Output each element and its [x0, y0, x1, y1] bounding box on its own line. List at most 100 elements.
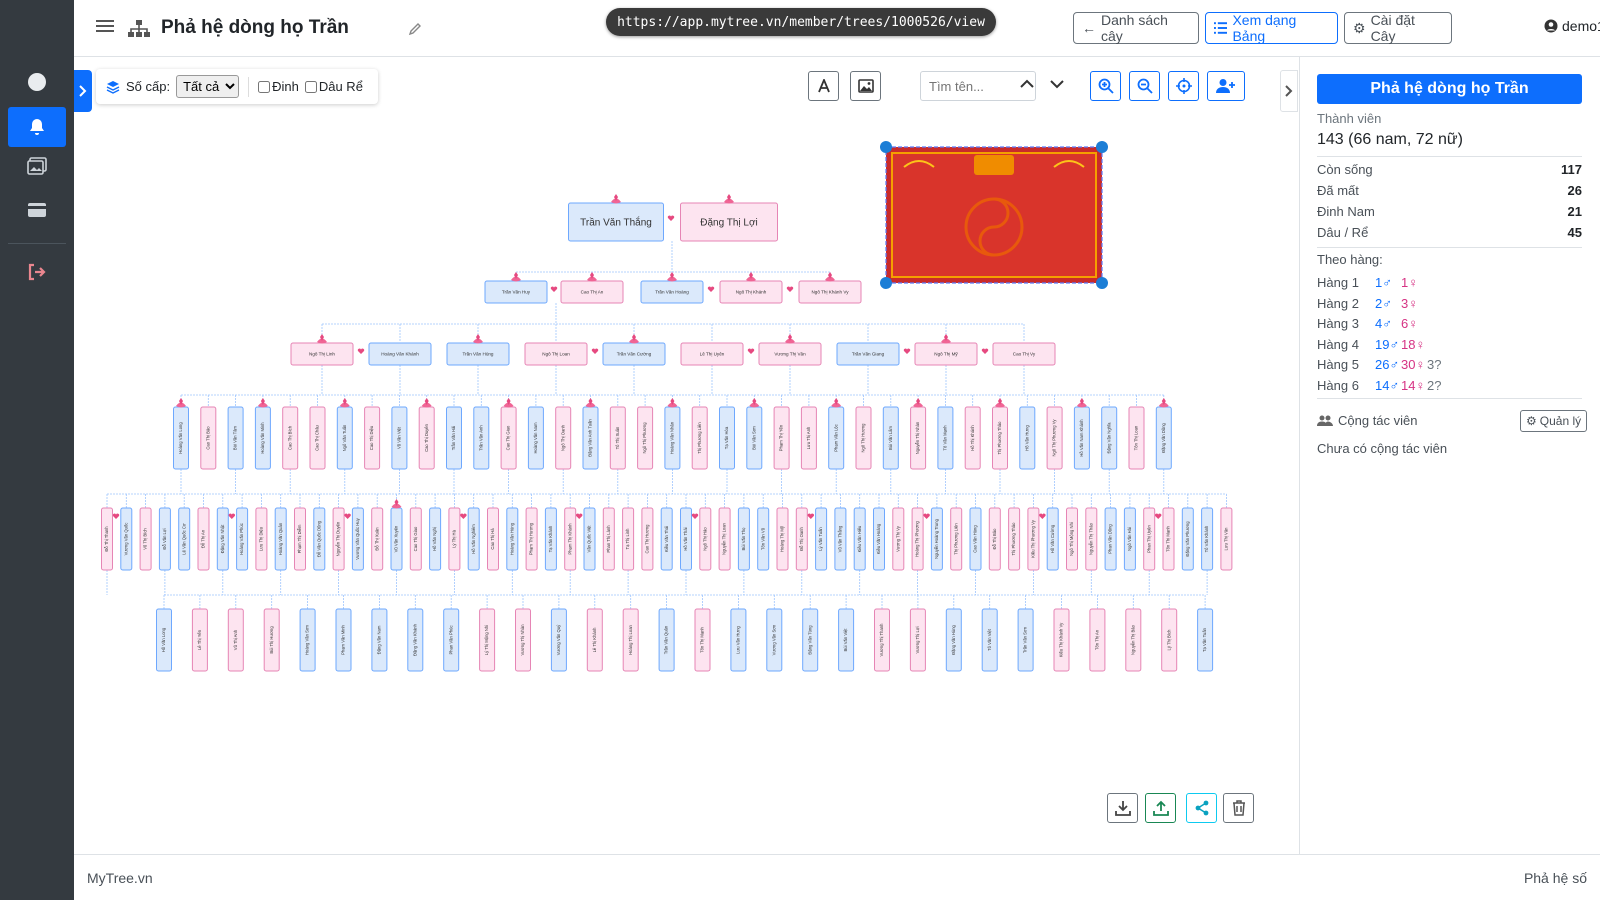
- member-node[interactable]: Vương Văn Quốc Huy: [351, 507, 364, 571]
- member-node[interactable]: Nguyễn Hoàng Trung: [930, 507, 943, 571]
- member-node[interactable]: Đặng Văn Phương: [1181, 507, 1194, 571]
- member-node[interactable]: Hoàng Văn Khánh: [368, 342, 432, 366]
- member-node[interactable]: Vũ Văn Thắng: [834, 507, 847, 571]
- member-node[interactable]: Ngô Thị Linh: [290, 334, 354, 366]
- member-node[interactable]: Hoàng Thị Mỹ: [776, 507, 789, 571]
- member-node[interactable]: Trần Văn Thắng: [568, 194, 664, 242]
- member-node[interactable]: Tạ Văn Khánh: [544, 507, 557, 571]
- member-node[interactable]: Tạ Văn Tuấn: [1197, 608, 1214, 672]
- member-node[interactable]: Hoàng Văn Phúc: [236, 507, 249, 571]
- member-node[interactable]: Tôn Văn Vũ: [757, 507, 770, 571]
- dinh-checkbox[interactable]: [258, 80, 271, 93]
- member-node[interactable]: Hoàng Văn Nam: [527, 406, 544, 470]
- member-node[interactable]: Vương Văn Sơn: [766, 608, 783, 672]
- member-node[interactable]: Cao Thị Hương: [641, 507, 654, 571]
- chevron-down-icon[interactable]: [1050, 79, 1064, 89]
- member-node[interactable]: Lưu Thị Anh: [800, 406, 817, 470]
- user-menu[interactable]: demo123@ex...: [1544, 18, 1600, 34]
- member-node[interactable]: Lê Văn Quốc Cơ: [178, 507, 191, 571]
- table-view-button[interactable]: Xem dạng Bảng: [1205, 12, 1338, 44]
- member-node[interactable]: Cao Thị Bảo: [200, 406, 217, 470]
- member-node[interactable]: Phạm Văn Lộc: [828, 398, 845, 470]
- background-image-button[interactable]: [850, 71, 881, 101]
- member-node[interactable]: Tạ Thị Linh: [622, 507, 635, 571]
- member-node[interactable]: Phan Văn Dũng: [1104, 507, 1117, 571]
- member-node[interactable]: Đỗ Thị Thanh: [101, 507, 113, 571]
- member-node[interactable]: Ngô Thị Hương: [855, 406, 872, 470]
- member-node[interactable]: Lý Văn Tuấn: [815, 507, 828, 571]
- member-node[interactable]: Ngô Thị Mộng Nhi: [1066, 507, 1078, 571]
- pencil-icon[interactable]: [408, 22, 422, 36]
- member-node[interactable]: Ngô Văn Tuấn: [336, 398, 353, 470]
- member-node[interactable]: Lưu Thị Vân: [1220, 507, 1233, 571]
- member-node[interactable]: Ngô Thị Oanh: [555, 406, 572, 470]
- member-node[interactable]: Phạm Thị Khánh: [564, 507, 577, 571]
- member-node[interactable]: Trần Văn Giang: [836, 342, 900, 366]
- tree-canvas[interactable]: Trần Văn Thắng Đặng Thị Lợi Trần Văn Huy Ca…: [74, 57, 1299, 854]
- member-node[interactable]: Cao Thị Duyên: [418, 398, 435, 470]
- member-node[interactable]: Bùi Văn Lâm: [882, 406, 899, 470]
- member-node[interactable]: Lưu Thị Diệu: [255, 507, 268, 571]
- member-node[interactable]: Vương Văn Quốc: [120, 507, 133, 571]
- member-node[interactable]: Vũ Thị Bích: [139, 507, 152, 571]
- member-node[interactable]: Ngô Thị Khánh Vy: [798, 272, 862, 304]
- member-node[interactable]: Cao Thị Vy: [992, 342, 1056, 366]
- member-node[interactable]: Vương Thị Thanh: [874, 608, 890, 672]
- family-tree-svg[interactable]: Trần Văn Thắng Đặng Thị Lợi Trần Văn Huy Ca…: [74, 57, 1299, 854]
- member-node[interactable]: Lý Thị Mộng Nhi: [479, 608, 496, 672]
- text-style-button[interactable]: [808, 71, 839, 101]
- member-node[interactable]: Tô Thị Xuân: [609, 406, 626, 470]
- member-node[interactable]: Nguyễn Thị Nhàn: [910, 398, 927, 470]
- member-node[interactable]: Thị Phương Liên: [691, 406, 708, 470]
- member-node[interactable]: Cao Thị An: [560, 272, 624, 304]
- member-node[interactable]: Đỗ Thị An: [197, 507, 210, 571]
- member-node[interactable]: Cao Thị Diệu: [364, 406, 381, 470]
- member-node[interactable]: Đặng Văn Nam: [371, 608, 388, 672]
- zoom-out-button[interactable]: [1129, 71, 1160, 101]
- zoom-in-button[interactable]: [1090, 71, 1121, 101]
- sidebar-bell-button[interactable]: [8, 107, 66, 147]
- member-node[interactable]: Cao Thị Giao: [409, 507, 422, 571]
- member-node[interactable]: Vương Thị Nhàn: [515, 608, 531, 672]
- member-node[interactable]: Kiều Văn Hiếu: [853, 507, 866, 571]
- upload-button[interactable]: [1145, 793, 1176, 823]
- share-button[interactable]: [1186, 793, 1217, 823]
- member-node[interactable]: Đỗ Thị Oanh: [795, 507, 808, 571]
- member-node[interactable]: Vũ Văn Xuyên: [390, 499, 403, 571]
- member-node[interactable]: Hồ Văn Nam Khánh: [1073, 398, 1090, 470]
- member-node[interactable]: Phan Thị Uyên: [1143, 507, 1156, 571]
- member-node[interactable]: Nguyễn Thị Bảo: [1125, 608, 1142, 672]
- member-node[interactable]: Tôn Thị Loan: [1128, 406, 1145, 470]
- member-node[interactable]: Hồ Văn Hưng: [1019, 406, 1036, 470]
- member-node[interactable]: Phạm Văn Minh: [335, 608, 352, 672]
- member-node[interactable]: Bùi Văn Sơn: [746, 398, 763, 470]
- member-node[interactable]: Cao Thị Bích: [282, 406, 299, 470]
- sidebar-images-button[interactable]: [8, 146, 66, 186]
- member-node[interactable]: Lý Thị Bích: [1161, 608, 1178, 672]
- member-node[interactable]: Phạm Thị Diễm: [294, 507, 306, 571]
- member-node[interactable]: Nguyễn Thị Duyên: [332, 507, 345, 571]
- member-node[interactable]: Hồ Văn Thái: [680, 507, 692, 571]
- member-node[interactable]: Vũ Văn Việt: [391, 406, 408, 470]
- level-select[interactable]: Tất cả: [176, 75, 240, 98]
- member-node[interactable]: Vương Thị Lợi: [909, 608, 926, 672]
- member-node[interactable]: Lê Thị Khánh: [586, 608, 603, 672]
- member-node[interactable]: Lý Thị Hà: [448, 507, 461, 571]
- member-node[interactable]: Hoàng Thị Loan: [622, 608, 639, 672]
- member-node[interactable]: Hoàng Văn Nhân: [664, 398, 681, 470]
- member-node[interactable]: Cao Thị Hà: [487, 507, 499, 571]
- expand-left-panel-button[interactable]: [74, 70, 92, 112]
- resize-handle[interactable]: [1096, 277, 1108, 289]
- member-node[interactable]: Hoàng Văn Long: [173, 398, 189, 470]
- member-node[interactable]: Tôn Thị Mạnh: [1162, 507, 1175, 571]
- member-node[interactable]: Ngô Thị Mỹ: [914, 334, 978, 366]
- member-node[interactable]: Tô Văn Việt: [981, 608, 998, 672]
- member-node[interactable]: Vương Thị Vy: [892, 507, 905, 571]
- member-node[interactable]: Phan Văn Phúc: [443, 608, 460, 672]
- member-node[interactable]: Ngô Văn Hải: [1123, 507, 1136, 571]
- member-node[interactable]: Hồ Văn Long: [156, 608, 172, 672]
- member-node[interactable]: Ngô Thị Hảo: [699, 507, 712, 571]
- center-view-button[interactable]: [1168, 71, 1199, 101]
- member-node[interactable]: Đỗ Văn Quốc Dũng: [313, 507, 326, 571]
- member-node[interactable]: Đặng Văn Hùng: [945, 608, 962, 672]
